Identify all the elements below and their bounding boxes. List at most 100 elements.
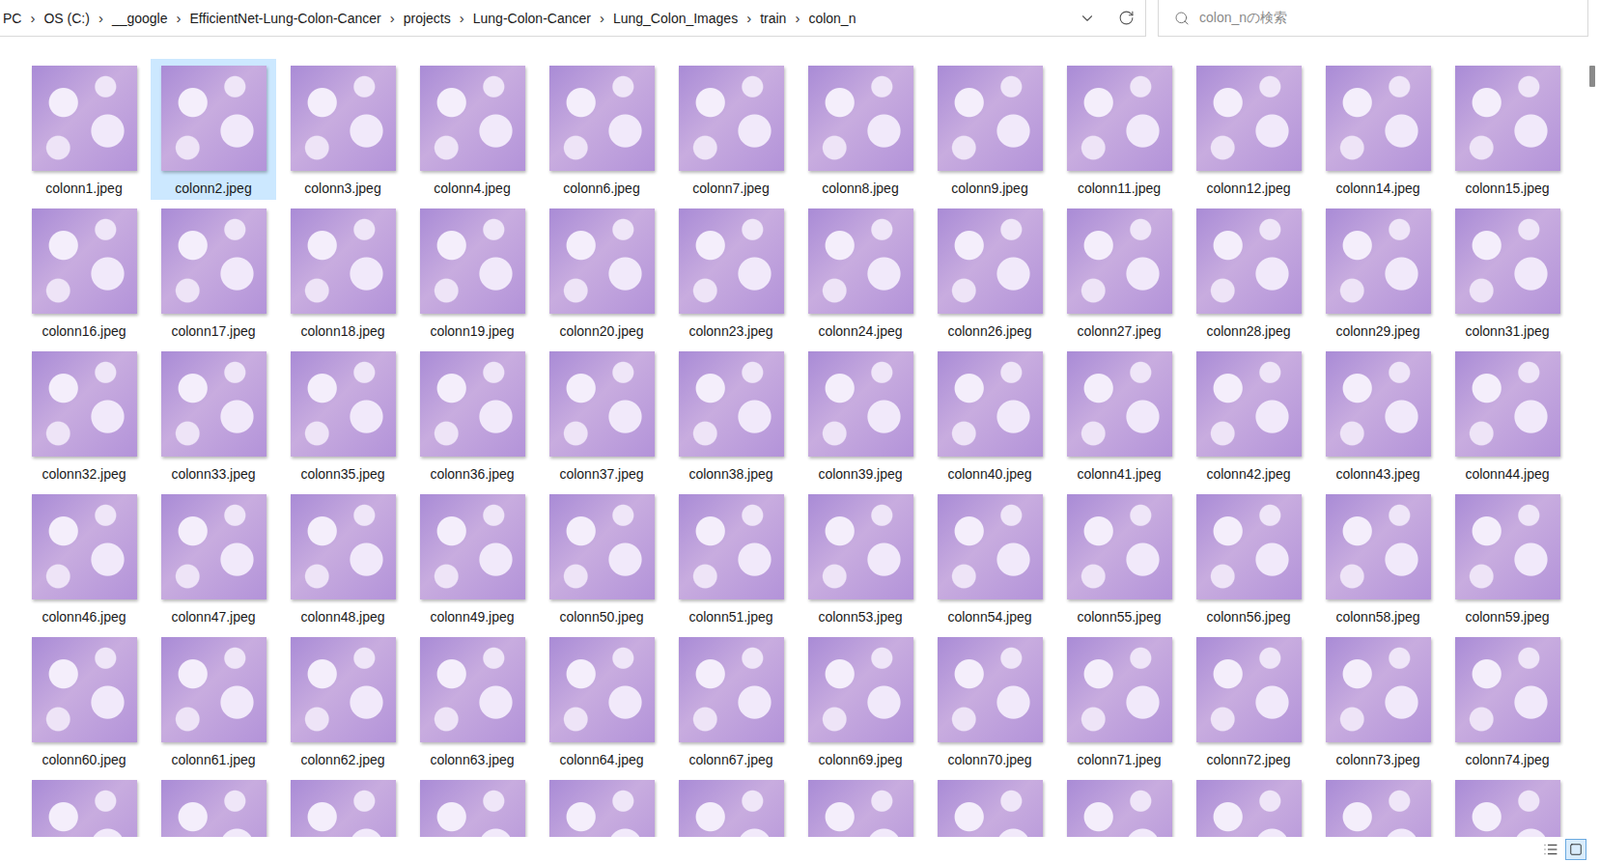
- breadcrumb-separator[interactable]: ›: [381, 9, 404, 27]
- file-item[interactable]: colonn72.jpeg: [1185, 630, 1312, 772]
- file-item[interactable]: colonn69.jpeg: [797, 630, 924, 772]
- file-item[interactable]: colonn2.jpeg: [150, 58, 277, 200]
- file-item[interactable]: colonn29.jpeg: [1315, 201, 1441, 343]
- file-item[interactable]: colonn49.jpeg: [409, 487, 535, 629]
- file-item[interactable]: colonn28.jpeg: [1185, 201, 1312, 343]
- file-item[interactable]: colonn12.jpeg: [1185, 58, 1312, 200]
- file-item[interactable]: colonn70.jpeg: [926, 630, 1053, 772]
- file-item[interactable]: colonn1.jpeg: [21, 58, 147, 200]
- file-item[interactable]: colonn44.jpeg: [1444, 344, 1571, 486]
- file-item[interactable]: colonn26.jpeg: [926, 201, 1053, 343]
- breadcrumb-separator[interactable]: ›: [450, 9, 474, 27]
- breadcrumb-item[interactable]: colon_n: [808, 8, 856, 29]
- file-item[interactable]: colonn9.jpeg: [926, 58, 1053, 200]
- file-item[interactable]: colonn18.jpeg: [280, 201, 406, 343]
- file-item[interactable]: [1315, 773, 1441, 838]
- file-item[interactable]: colonn38.jpeg: [668, 344, 794, 486]
- file-item[interactable]: colonn40.jpeg: [926, 344, 1053, 486]
- vertical-scrollbar[interactable]: [1583, 36, 1600, 838]
- file-item[interactable]: colonn54.jpeg: [926, 487, 1053, 629]
- file-item[interactable]: colonn55.jpeg: [1056, 487, 1182, 629]
- search-box[interactable]: colon_nの検索: [1157, 0, 1589, 37]
- breadcrumb-separator[interactable]: ›: [785, 9, 809, 27]
- file-item[interactable]: colonn15.jpeg: [1444, 58, 1571, 200]
- file-item[interactable]: colonn74.jpeg: [1444, 630, 1571, 772]
- breadcrumb-item[interactable]: Lung_Colon_Images: [613, 8, 738, 29]
- file-item[interactable]: colonn39.jpeg: [797, 344, 924, 486]
- file-item[interactable]: colonn11.jpeg: [1056, 58, 1182, 200]
- file-item[interactable]: colonn41.jpeg: [1056, 344, 1182, 486]
- file-item[interactable]: [280, 773, 406, 838]
- breadcrumb-separator[interactable]: ›: [590, 9, 614, 27]
- large-icons-view-button[interactable]: [1565, 839, 1587, 861]
- breadcrumb-item[interactable]: projects: [403, 8, 451, 29]
- history-dropdown-button[interactable]: [1067, 0, 1107, 36]
- file-item[interactable]: colonn33.jpeg: [150, 344, 277, 486]
- file-item[interactable]: colonn3.jpeg: [280, 58, 406, 200]
- file-item[interactable]: colonn6.jpeg: [538, 58, 665, 200]
- file-item[interactable]: colonn62.jpeg: [280, 630, 406, 772]
- file-item[interactable]: [1056, 773, 1182, 838]
- file-item[interactable]: colonn63.jpeg: [409, 630, 535, 772]
- file-item[interactable]: [668, 773, 794, 838]
- refresh-button[interactable]: [1106, 0, 1146, 36]
- file-item[interactable]: [1185, 773, 1312, 838]
- breadcrumb-separator[interactable]: ›: [737, 9, 760, 27]
- image-thumbnail: [161, 780, 267, 838]
- file-name: colonn44.jpeg: [1464, 466, 1549, 482]
- file-item[interactable]: colonn42.jpeg: [1185, 344, 1312, 486]
- file-item[interactable]: colonn24.jpeg: [797, 201, 924, 343]
- breadcrumb-separator[interactable]: ›: [168, 9, 191, 27]
- breadcrumb-separator[interactable]: ›: [89, 9, 113, 27]
- address-bar[interactable]: PC›OS (C:)›__google›EfficientNet-Lung-Co…: [0, 0, 1147, 37]
- file-item[interactable]: colonn71.jpeg: [1056, 630, 1182, 772]
- file-item[interactable]: colonn61.jpeg: [150, 630, 277, 772]
- file-item[interactable]: colonn51.jpeg: [668, 487, 794, 629]
- file-item[interactable]: colonn47.jpeg: [150, 487, 277, 629]
- file-item[interactable]: colonn32.jpeg: [21, 344, 147, 486]
- file-item[interactable]: colonn56.jpeg: [1185, 487, 1312, 629]
- file-item[interactable]: colonn59.jpeg: [1444, 487, 1571, 629]
- file-item[interactable]: colonn4.jpeg: [409, 58, 535, 200]
- file-item[interactable]: colonn31.jpeg: [1444, 201, 1571, 343]
- file-item[interactable]: colonn7.jpeg: [668, 58, 794, 200]
- file-item[interactable]: colonn23.jpeg: [668, 201, 794, 343]
- breadcrumb-item[interactable]: EfficientNet-Lung-Colon-Cancer: [190, 8, 382, 29]
- file-item[interactable]: colonn64.jpeg: [538, 630, 665, 772]
- file-item[interactable]: colonn50.jpeg: [538, 487, 665, 629]
- file-item[interactable]: colonn14.jpeg: [1315, 58, 1441, 200]
- file-item[interactable]: colonn27.jpeg: [1056, 201, 1182, 343]
- breadcrumb-item[interactable]: train: [759, 8, 786, 29]
- scrollbar-thumb[interactable]: [1589, 65, 1596, 87]
- file-item[interactable]: colonn60.jpeg: [21, 630, 147, 772]
- breadcrumb-item[interactable]: Lung-Colon-Cancer: [473, 8, 591, 29]
- file-item[interactable]: [926, 773, 1053, 838]
- file-item[interactable]: colonn67.jpeg: [668, 630, 794, 772]
- file-item[interactable]: colonn20.jpeg: [538, 201, 665, 343]
- breadcrumb-item[interactable]: __google: [112, 8, 169, 29]
- file-item[interactable]: colonn46.jpeg: [21, 487, 147, 629]
- file-item[interactable]: colonn73.jpeg: [1315, 630, 1441, 772]
- file-item[interactable]: [409, 773, 535, 838]
- file-item[interactable]: [538, 773, 665, 838]
- file-item[interactable]: colonn19.jpeg: [409, 201, 535, 343]
- file-item[interactable]: colonn35.jpeg: [280, 344, 406, 486]
- file-item[interactable]: colonn58.jpeg: [1315, 487, 1441, 629]
- file-item[interactable]: [150, 773, 277, 838]
- file-name: colonn63.jpeg: [429, 752, 514, 768]
- breadcrumb-item[interactable]: PC: [2, 8, 22, 29]
- details-view-button[interactable]: [1540, 839, 1562, 861]
- breadcrumb-item[interactable]: OS (C:): [43, 8, 89, 29]
- file-item[interactable]: colonn17.jpeg: [150, 201, 277, 343]
- file-item[interactable]: colonn16.jpeg: [21, 201, 147, 343]
- file-item[interactable]: [797, 773, 924, 838]
- file-item[interactable]: [1444, 773, 1571, 838]
- file-item[interactable]: colonn37.jpeg: [538, 344, 665, 486]
- file-item[interactable]: [21, 773, 147, 838]
- breadcrumb-separator[interactable]: ›: [21, 9, 44, 27]
- file-item[interactable]: colonn53.jpeg: [797, 487, 924, 629]
- file-item[interactable]: colonn36.jpeg: [409, 344, 535, 486]
- file-item[interactable]: colonn48.jpeg: [280, 487, 406, 629]
- file-item[interactable]: colonn8.jpeg: [797, 58, 924, 200]
- file-item[interactable]: colonn43.jpeg: [1315, 344, 1441, 486]
